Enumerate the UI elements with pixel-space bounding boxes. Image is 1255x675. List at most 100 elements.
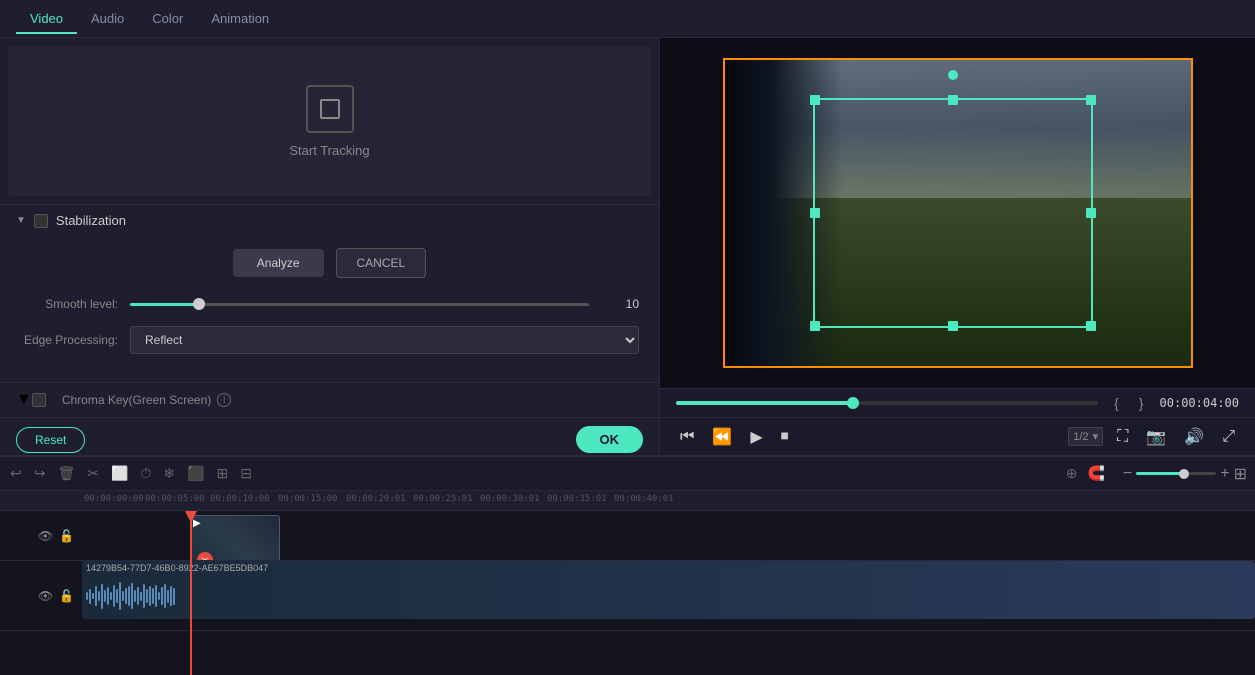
waveform-bar [143, 584, 145, 608]
ruler-ts-6: 00:00:30:01 [480, 494, 540, 504]
stabilization-checkbox[interactable] [34, 214, 48, 228]
cancel-button[interactable]: CANCEL [336, 248, 427, 278]
delete-button[interactable]: 🗑 [55, 463, 77, 484]
speed-button[interactable]: ⏱ [138, 463, 153, 484]
track-controls-audio: 👁 🔓 [0, 589, 82, 603]
expand-icon[interactable]: ⤢ [1218, 426, 1239, 448]
add-track-button[interactable]: ⊕ [1064, 463, 1080, 484]
waveform-bar [140, 592, 142, 601]
magnet-button[interactable]: 🧲 [1085, 463, 1106, 484]
ruler-ts-2: 00:00:10:00 [210, 494, 270, 504]
ruler-ts-8: 00:00:40:01 [614, 494, 674, 504]
reset-button[interactable]: Reset [16, 427, 85, 453]
waveform-bar [92, 593, 94, 599]
waveform-bar [116, 589, 118, 603]
tab-bar: Video Audio Color Animation [0, 0, 1255, 38]
ruler-ts-3: 00:00:15:00 [278, 494, 338, 504]
handle-top-right[interactable] [1086, 95, 1096, 105]
chrome-key-checkbox[interactable] [32, 393, 46, 407]
bracket-right-button[interactable]: } [1135, 395, 1148, 411]
grid-button[interactable]: ⊞ [1234, 464, 1247, 484]
waveform-bar [101, 584, 103, 609]
waveform-bar [155, 585, 157, 607]
slider-track [130, 303, 589, 306]
waveform-bar [152, 588, 154, 604]
stabilization-section-header[interactable]: ▼ Stabilization [0, 204, 659, 236]
tab-video[interactable]: Video [16, 3, 77, 34]
video-frame [723, 58, 1193, 368]
tab-audio[interactable]: Audio [77, 3, 138, 34]
track-audio-visibility-icon[interactable]: 👁 [38, 589, 53, 603]
tab-animation[interactable]: Animation [197, 3, 283, 34]
tab-color[interactable]: Color [138, 3, 197, 34]
track-content-audio[interactable]: 14279B54-77D7-46B0-8922-AE67BE5DB047 [82, 561, 1255, 630]
cut-button[interactable]: ✂ [85, 463, 101, 484]
waveform-bar [167, 590, 169, 603]
teal-selection-box[interactable] [813, 98, 1093, 328]
analyze-row: Analyze CANCEL [20, 248, 639, 278]
bracket-left-button[interactable]: { [1110, 395, 1123, 411]
track-visibility-icon[interactable]: 👁 [38, 529, 53, 543]
handle-middle-left[interactable] [810, 208, 820, 218]
right-panel: { } 00:00:04:00 ⏮ ⏪ ▶ ⏹ 1/2 ▾ ⛶ 📷 🔊 ⤢ [660, 38, 1255, 455]
track-content-video[interactable]: ▶ ✂ [82, 511, 1255, 560]
track-row-audio: 👁 🔓 14279B54-77D7-46B0-8922-AE67BE5DB047 [0, 561, 1255, 631]
smooth-level-slider[interactable] [130, 294, 589, 314]
zoom-out-button[interactable]: − [1123, 465, 1132, 483]
handle-middle-right[interactable] [1086, 208, 1096, 218]
waveform-bar [137, 587, 139, 605]
ruler-ts-7: 00:00:35:01 [547, 494, 607, 504]
handle-bottom-center[interactable] [948, 321, 958, 331]
camera-icon[interactable]: 📷 [1142, 425, 1170, 449]
edge-processing-row: Edge Processing: Reflect [20, 326, 639, 354]
track-audio-lock-icon[interactable]: 🔓 [59, 589, 74, 603]
handle-bottom-right[interactable] [1086, 321, 1096, 331]
rotate-handle[interactable] [948, 70, 958, 80]
video-clip[interactable]: ▶ ✂ [190, 515, 280, 560]
zoom-thumb[interactable] [1179, 469, 1189, 479]
crop-button[interactable]: ⬜ [109, 463, 130, 484]
stop-button[interactable]: ⏹ [777, 426, 793, 448]
redo-button[interactable]: ↪ [32, 463, 48, 484]
transform-button[interactable]: ⬛ [185, 463, 206, 484]
step-back-button[interactable]: ⏮ [676, 426, 698, 448]
ruler: 00:00:00:00 00:00:05:00 00:00:10:00 00:0… [0, 491, 1255, 511]
waveform-bar [107, 587, 109, 605]
tracking-icon [306, 85, 354, 133]
track-controls-video: 👁 🔓 [0, 529, 82, 543]
stabilization-title: Stabilization [56, 213, 126, 228]
progress-bar-fill [676, 401, 853, 405]
waveform-bar [98, 591, 100, 601]
ruler-ts-4: 00:00:20:01 [346, 494, 406, 504]
play-button[interactable]: ▶ [746, 425, 766, 449]
progress-bar[interactable] [676, 401, 1098, 405]
clip-play-icon: ▶ [193, 518, 201, 529]
filter-button[interactable]: ⊟ [238, 463, 254, 484]
track-row-video: 👁 🔓 ▶ ✂ [0, 511, 1255, 561]
ok-button[interactable]: OK [576, 426, 644, 453]
analyze-button[interactable]: Analyze [233, 249, 324, 277]
progress-thumb[interactable] [847, 397, 859, 409]
edge-processing-select[interactable]: Reflect [130, 326, 639, 354]
zoom-slider[interactable] [1136, 472, 1216, 475]
quality-select[interactable]: 1/2 ▾ [1068, 427, 1103, 446]
smooth-level-value: 10 [599, 297, 639, 311]
waveform-bar [110, 592, 112, 600]
volume-icon[interactable]: 🔊 [1180, 425, 1208, 449]
chrome-key-label: Chroma Key(Green Screen) [62, 393, 211, 407]
handle-top-center[interactable] [948, 95, 958, 105]
fullscreen-icon[interactable]: ⛶ [1113, 426, 1132, 448]
split-button[interactable]: ⊞ [215, 463, 231, 484]
undo-button[interactable]: ↩ [8, 463, 24, 484]
frame-back-button[interactable]: ⏪ [708, 425, 736, 449]
slider-thumb[interactable] [193, 298, 205, 310]
freeze-button[interactable]: ❄ [161, 463, 177, 484]
video-preview-area [660, 38, 1255, 388]
handle-top-left[interactable] [810, 95, 820, 105]
smooth-level-label: Smooth level: [20, 297, 130, 311]
waveform-bar [134, 590, 136, 602]
waveform-bar [164, 584, 166, 608]
handle-bottom-left[interactable] [810, 321, 820, 331]
zoom-in-button[interactable]: + [1220, 465, 1229, 483]
track-lock-icon[interactable]: 🔓 [59, 529, 74, 543]
